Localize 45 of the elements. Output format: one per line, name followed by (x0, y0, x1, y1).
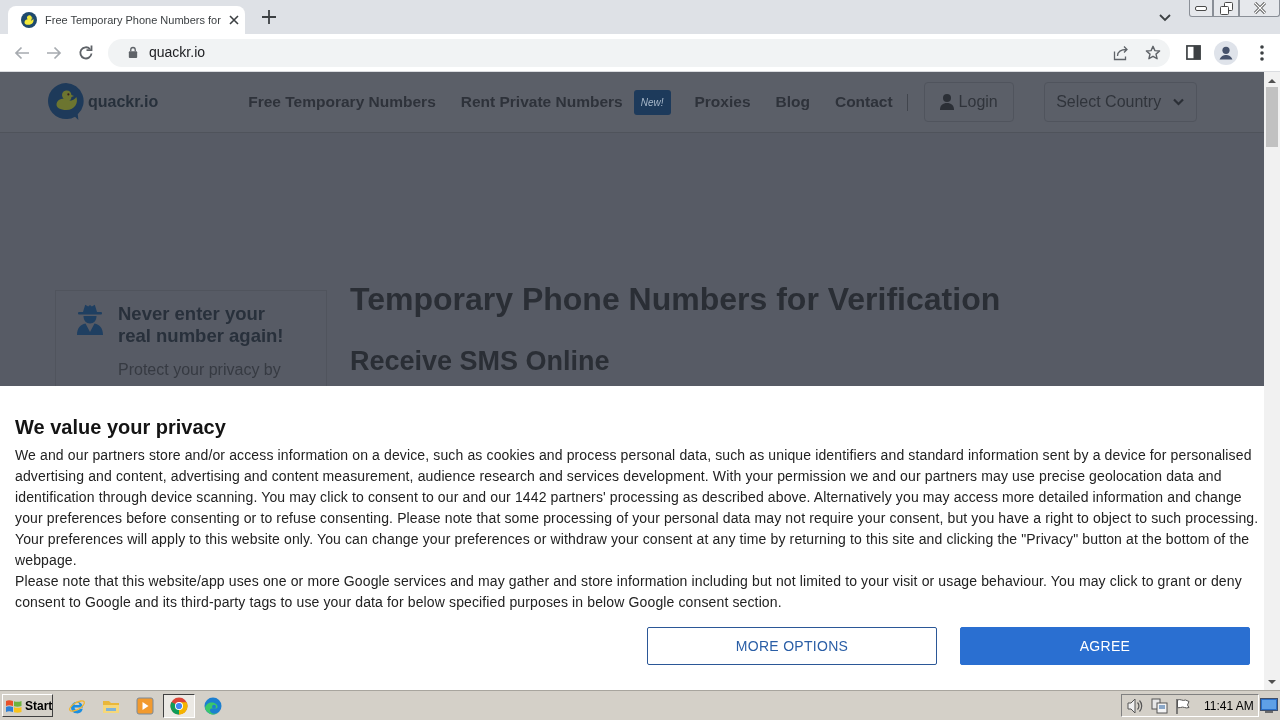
consent-title: We value your privacy (15, 415, 227, 439)
user-icon (939, 94, 954, 110)
star-icon[interactable] (1145, 44, 1161, 61)
clock-text: 11:41 AM (1204, 697, 1254, 715)
consent-text: Please note that this website/app uses one or more Google services and may gather and store information including but not limited to your visit or usage behaviour. You may click to grant or deny consent to Google and its third-party tags to use your data for below specified purposes in below Google consent section. (15, 572, 1243, 612)
consent-text: We and our partners store and/or access information on a device, such as cookies and process personal data, such as unique identifiers and standard information sent by a device for personalised advertising and content, advertising and content measurement, audience research and services development. With your permission we and our partners may use precise geolocation data and identification through device scanning. You may click to consent to our and our 1442 partners' processing as described above. Alternatively you may access more detailed information and change your preferences before consenting or to refuse consenting. Please note that some processing of your personal data may not require your consent, but you have a right to object to such processing. Your preferences will apply to this website only. You can change your preferences or withdraw your consent at any time by returning to this site and clicking the "Privacy" button at the bottom of the webpage. (15, 446, 1260, 570)
speaker-icon[interactable] (1127, 697, 1144, 714)
scrollbar[interactable] (1264, 72, 1280, 690)
tab-title: Free Temporary Phone Numbers for (45, 12, 221, 28)
scrollbar-thumb[interactable] (1266, 87, 1278, 147)
address-bar[interactable]: quackr.io (108, 38, 1170, 67)
agree-button[interactable]: AGREE (960, 627, 1250, 665)
chrome-icon (170, 696, 188, 715)
network-icon[interactable] (1151, 697, 1168, 714)
side-panel-icon[interactable] (1186, 45, 1201, 60)
restore-button[interactable] (1213, 0, 1239, 17)
restore-icon (1219, 1, 1233, 15)
partners-link[interactable]: partners (92, 447, 145, 463)
spy-icon (76, 303, 104, 335)
browser-tab[interactable]: Free Temporary Phone Numbers for (8, 6, 245, 34)
lock-icon (128, 46, 138, 59)
profile-icon[interactable] (1214, 40, 1238, 65)
new-badge: New! (633, 89, 671, 115)
taskbar-app-button[interactable] (163, 693, 195, 718)
minimize-icon (1195, 5, 1207, 11)
flag-icon[interactable] (1175, 697, 1191, 714)
share-icon[interactable] (1113, 44, 1129, 61)
reload-icon[interactable] (78, 44, 94, 61)
close-icon (1253, 2, 1266, 14)
url-text: quackr.io (149, 43, 206, 62)
new-tab-icon[interactable] (262, 10, 276, 24)
show-desktop-icon[interactable] (1260, 697, 1278, 714)
menu-icon[interactable] (1260, 44, 1264, 61)
start-button[interactable]: Start (2, 694, 53, 717)
more-options-button[interactable]: MORE OPTIONS (647, 627, 937, 665)
media-player-icon (136, 696, 154, 715)
tab-search-chevron-icon[interactable] (1159, 14, 1171, 22)
scroll-up-icon[interactable] (1267, 77, 1277, 85)
site-favicon-icon (21, 12, 37, 28)
chevron-down-icon (1173, 98, 1185, 106)
windows-logo-icon (5, 697, 23, 714)
close-icon[interactable] (228, 15, 239, 25)
edge-icon (204, 696, 222, 715)
scroll-down-icon[interactable] (1267, 678, 1277, 686)
minimize-button[interactable] (1189, 0, 1213, 17)
